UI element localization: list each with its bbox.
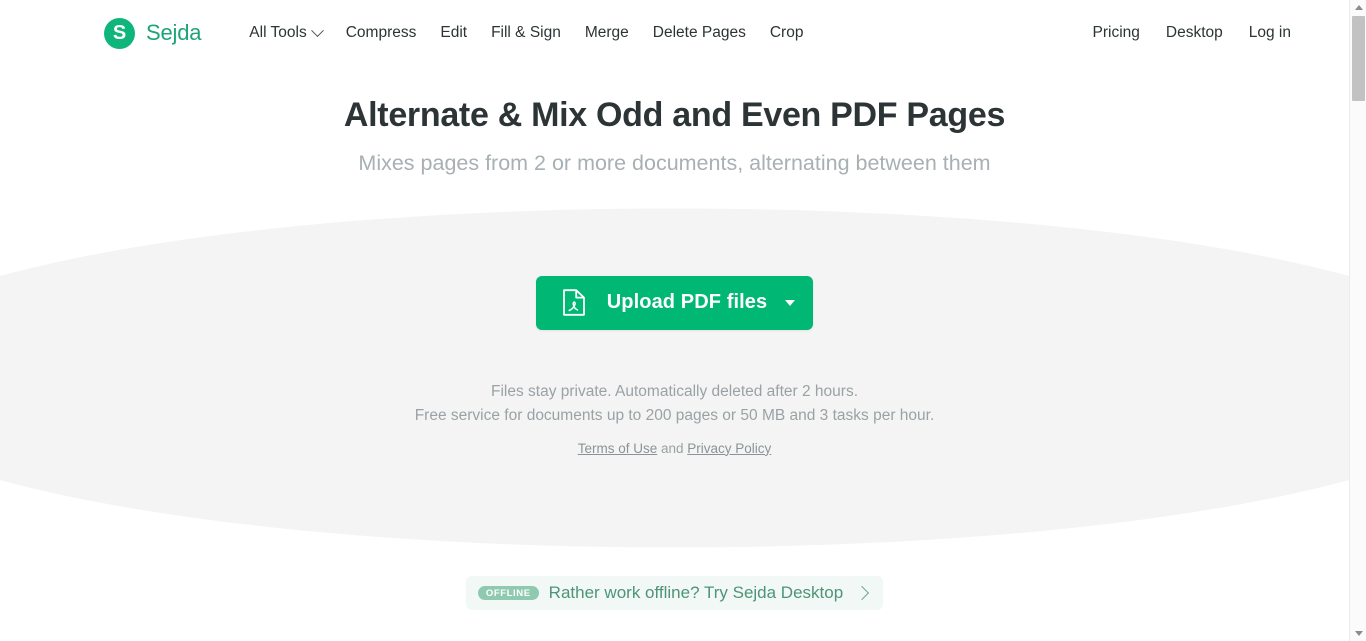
legal-conjunction: and	[657, 440, 688, 456]
nav-item-pricing[interactable]: Pricing	[1080, 18, 1153, 48]
site-header: S Sejda All Tools Compress Edit Fill & S…	[0, 0, 1349, 66]
primary-navigation: All Tools Compress Edit Fill & Sign Merg…	[249, 18, 815, 48]
page-viewport: S Sejda All Tools Compress Edit Fill & S…	[0, 0, 1349, 641]
upload-button-label: Upload PDF files	[606, 291, 768, 314]
triangle-up-glyph	[1354, 5, 1363, 10]
nav-item-fill-and-sign[interactable]: Fill & Sign	[479, 18, 573, 48]
nav-item-compress[interactable]: Compress	[334, 18, 429, 48]
offline-banner-area: OFFLINE Rather work offline? Try Sejda D…	[0, 576, 1349, 610]
page-subtitle: Mixes pages from 2 or more documents, al…	[358, 150, 991, 175]
offline-banner-text: Rather work offline? Try Sejda Desktop	[548, 583, 844, 602]
sejda-logo-icon: S	[104, 17, 135, 49]
browser-page: S Sejda All Tools Compress Edit Fill & S…	[0, 0, 1366, 641]
nav-label-all-tools: All Tools	[249, 24, 307, 41]
upload-options-dropdown-button[interactable]	[767, 276, 813, 330]
nav-item-log-in[interactable]: Log in	[1236, 18, 1291, 48]
nav-item-delete-pages[interactable]: Delete Pages	[641, 18, 758, 48]
upload-pdf-files-button[interactable]: Upload PDF files	[535, 275, 814, 330]
pdf-file-icon	[562, 289, 586, 316]
scroll-up-arrow-icon[interactable]	[1350, 0, 1366, 15]
page-title: Alternate & Mix Odd and Even PDF Pages	[343, 96, 1006, 134]
nav-item-edit[interactable]: Edit	[428, 18, 479, 48]
nav-item-all-tools[interactable]: All Tools	[249, 18, 333, 48]
hero-section: Alternate & Mix Odd and Even PDF Pages M…	[0, 66, 1349, 177]
chevron-down-icon	[310, 23, 324, 37]
scrollbar-thumb[interactable]	[1352, 16, 1365, 101]
service-disclaimer: Files stay private. Automatically delete…	[0, 380, 1349, 461]
logo-letter: S	[112, 22, 127, 44]
triangle-down-glyph	[1354, 631, 1363, 636]
caret-down-icon	[785, 299, 796, 306]
offline-badge: OFFLINE	[477, 585, 539, 601]
terms-of-use-link[interactable]: Terms of Use	[578, 441, 658, 456]
offline-desktop-banner[interactable]: OFFLINE Rather work offline? Try Sejda D…	[465, 576, 884, 610]
nav-item-merge[interactable]: Merge	[573, 18, 641, 48]
upload-area: Upload PDF files	[0, 275, 1349, 330]
limits-note-line: Free service for documents up to 200 pag…	[414, 406, 935, 424]
chevron-right-icon	[855, 585, 870, 601]
nav-item-crop[interactable]: Crop	[758, 18, 816, 48]
privacy-policy-link[interactable]: Privacy Policy	[687, 441, 771, 456]
privacy-note-line: Files stay private. Automatically delete…	[490, 382, 858, 400]
curved-background-band	[0, 180, 1349, 570]
nav-item-desktop[interactable]: Desktop	[1153, 18, 1236, 48]
brand-logo-link[interactable]: S Sejda	[104, 17, 202, 49]
vertical-scrollbar[interactable]	[1349, 0, 1366, 641]
secondary-navigation: Pricing Desktop Log in	[1080, 0, 1292, 66]
legal-links: Terms of Use and Privacy Policy	[0, 437, 1349, 461]
brand-name: Sejda	[146, 20, 202, 45]
scroll-down-arrow-icon[interactable]	[1350, 626, 1366, 641]
